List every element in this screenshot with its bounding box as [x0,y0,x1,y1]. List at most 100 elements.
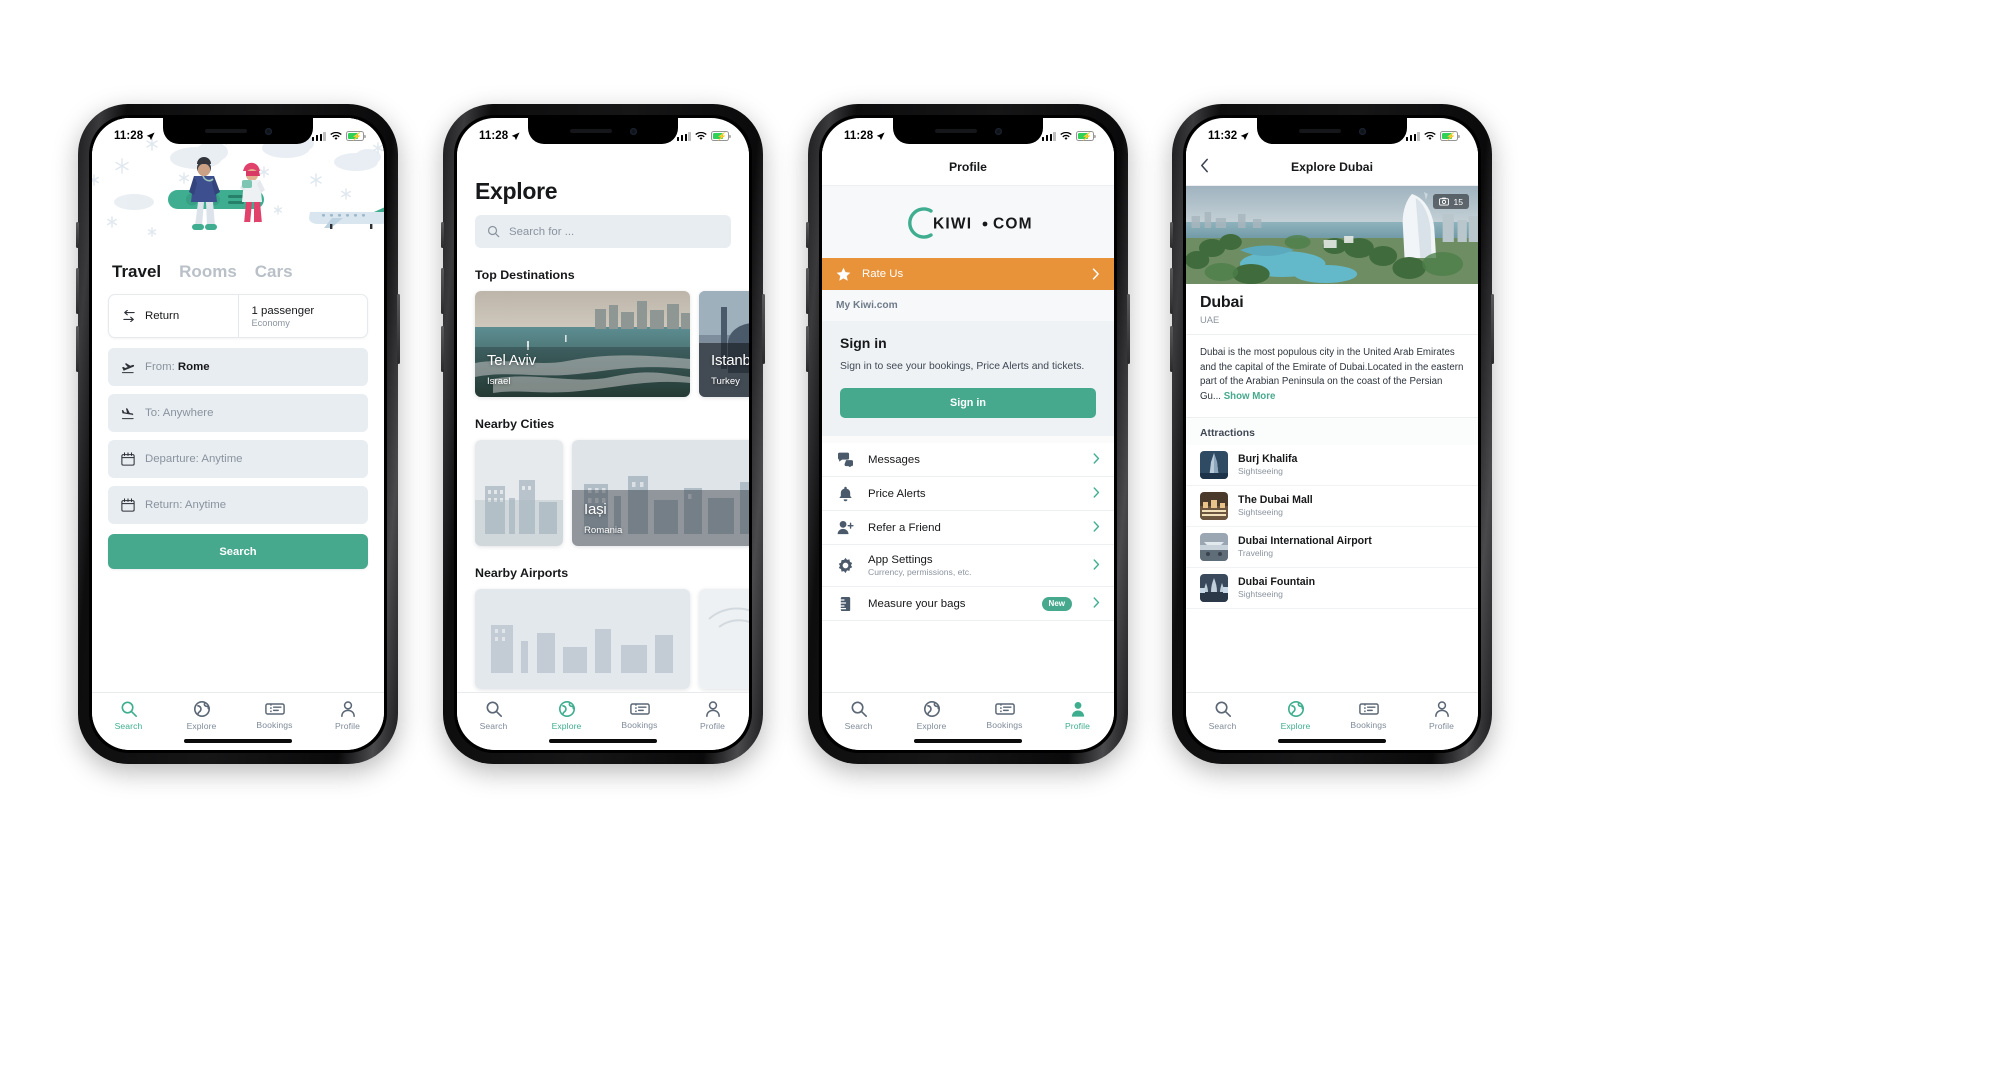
phone-bezel: 11:28 ⚡ Explore Search for ... Top Desti… [454,115,752,753]
tab-search[interactable]: Search [92,693,165,738]
tab-explore[interactable]: Explore [530,693,603,738]
tab-bookings[interactable]: Bookings [238,693,311,738]
tab-bookings[interactable]: Bookings [968,693,1041,738]
attraction-thumbnail [1200,573,1228,602]
attraction-row[interactable]: Dubai International Airport Traveling [1186,527,1478,568]
rate-us-banner[interactable]: Rate Us [822,258,1114,290]
sign-in-button[interactable]: Sign in [840,388,1096,419]
card-text: Istanbul Turkey [711,352,749,387]
person-icon [340,701,355,717]
menu-item-app-settings[interactable]: App Settings Currency, permissions, etc. [822,545,1114,588]
tab-profile[interactable]: Profile [311,693,384,738]
menu-item-price-alerts[interactable]: Price Alerts [822,477,1114,512]
top-destinations-row[interactable]: Tel Aviv Israel Istanb Turkey [457,291,749,397]
tab-search[interactable]: Search [1186,693,1259,738]
status-bar: 11:32 ⚡ [1186,118,1478,148]
home-indicator[interactable] [184,738,292,743]
rate-us-label: Rate Us [862,268,904,280]
volume-down-button[interactable] [441,326,444,372]
dubai-scroll-area[interactable]: Explore Dubai 15 Dubai UAE Dubai is the … [1186,148,1478,692]
tab-label: Explore [916,721,947,731]
tab-search[interactable]: Search [822,693,895,738]
tab-label: Profile [699,721,726,731]
to-label: To: Anywhere [145,407,214,419]
tab-bookings[interactable]: Bookings [603,693,676,738]
volume-down-button[interactable] [76,326,79,372]
power-button[interactable] [1491,294,1494,364]
search-input[interactable]: Search for ... [475,215,731,248]
power-button[interactable] [1127,294,1130,364]
airport-card[interactable] [699,589,749,689]
tab-label: Profile [1428,721,1455,731]
home-indicator[interactable] [914,738,1022,743]
person-icon [1071,701,1084,717]
tab-rooms[interactable]: Rooms [179,262,237,282]
tab-profile[interactable]: Profile [1405,693,1478,738]
search-icon [121,701,137,718]
trip-type-selector[interactable]: Return [109,295,238,337]
tab-profile[interactable]: Profile [676,693,749,738]
tab-travel[interactable]: Travel [112,262,161,282]
volume-up-button[interactable] [1170,268,1173,314]
to-field[interactable]: To: Anywhere [108,394,368,432]
mute-switch[interactable] [1170,222,1173,248]
volume-up-button[interactable] [76,268,79,314]
nearby-airports-row[interactable] [457,589,749,689]
screen-explore: 11:28 ⚡ Explore Search for ... Top Desti… [457,118,749,750]
power-button[interactable] [397,294,400,364]
list-spacer [822,436,1114,444]
explore-scroll-area[interactable]: Explore Search for ... Top Destinations [457,148,749,692]
tab-label: Search [1208,721,1237,731]
passenger-count: 1 passenger [251,304,315,317]
home-indicator[interactable] [549,738,657,743]
tab-cars[interactable]: Cars [255,262,293,282]
travel-mode-tabs[interactable]: Travel Rooms Cars [92,258,384,292]
city-card[interactable]: Iași Romania [572,440,749,546]
destination-country: Turkey [711,376,740,387]
home-indicator[interactable] [1278,738,1386,743]
tab-label: Bookings [1350,720,1387,730]
screenshot-canvas: 11:28 ⚡ Travel Rooms Cars Return 1 passe… [0,0,2000,1088]
volume-down-button[interactable] [806,326,809,372]
power-button[interactable] [762,294,765,364]
show-more-link[interactable]: Show More [1224,391,1276,402]
volume-up-button[interactable] [441,268,444,314]
passenger-selector[interactable]: 1 passenger Economy [237,295,368,337]
tab-bookings[interactable]: Bookings [1332,693,1405,738]
tab-profile[interactable]: Profile [1041,693,1114,738]
dubai-hero-photo[interactable]: 15 [1186,186,1478,284]
search-button[interactable]: Search [108,534,368,569]
tab-explore[interactable]: Explore [165,693,238,738]
menu-item-refer-a-friend[interactable]: Refer a Friend [822,511,1114,546]
mute-switch[interactable] [76,222,79,248]
profile-scroll-area[interactable]: Profile KIWI COM Rate Us My Kiwi.com Sig… [822,148,1114,692]
back-button[interactable] [1200,158,1209,176]
tab-explore[interactable]: Explore [895,693,968,738]
page-title: Profile [949,159,987,174]
volume-down-button[interactable] [1170,326,1173,372]
tab-explore[interactable]: Explore [1259,693,1332,738]
attraction-row[interactable]: The Dubai Mall Sightseeing [1186,486,1478,527]
attraction-texts: The Dubai Mall Sightseeing [1238,494,1313,517]
return-field[interactable]: Return: Anytime [108,486,368,524]
tab-search[interactable]: Search [457,693,530,738]
to-value: Anywhere [162,407,214,419]
destination-card[interactable]: Istanbul Turkey [699,291,749,397]
mute-switch[interactable] [441,222,444,248]
destination-card[interactable]: Tel Aviv Israel [475,291,690,397]
volume-up-button[interactable] [806,268,809,314]
airport-card[interactable] [475,589,690,689]
from-field[interactable]: From: Rome [108,348,368,386]
attraction-texts: Dubai International Airport Traveling [1238,535,1372,558]
photo-count-badge[interactable]: 15 [1433,194,1469,209]
nearby-cities-row[interactable]: Iași Romania [457,440,749,546]
menu-item-messages[interactable]: Messages [822,443,1114,478]
bell-icon [836,486,855,502]
departure-field[interactable]: Departure: Anytime [108,440,368,478]
city-card[interactable] [475,440,563,546]
mute-switch[interactable] [806,222,809,248]
attraction-row[interactable]: Burj Khalifa Sightseeing [1186,445,1478,486]
ticket-icon [1358,703,1379,715]
menu-item-measure-your-bags[interactable]: Measure your bags New [822,587,1114,622]
attraction-row[interactable]: Dubai Fountain Sightseeing [1186,568,1478,609]
